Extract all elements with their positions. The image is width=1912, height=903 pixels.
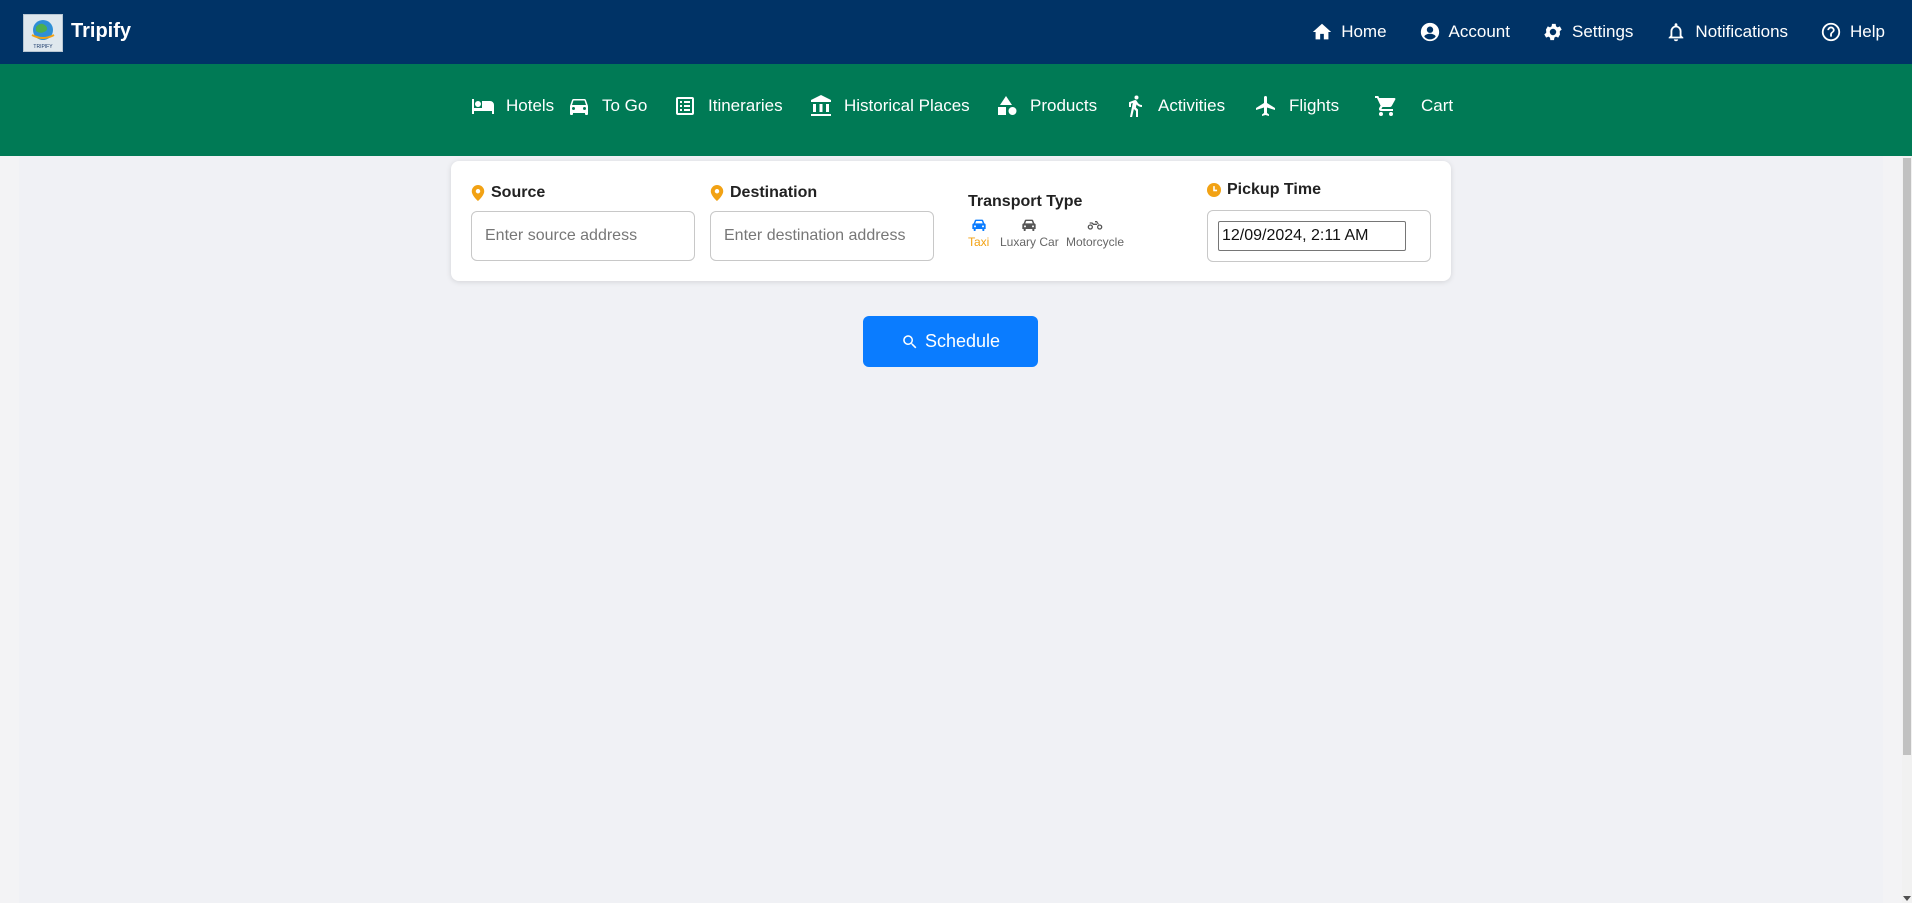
destination-label-group: Destination <box>710 184 817 202</box>
nav-itineraries[interactable]: Itineraries <box>673 64 783 148</box>
bed-icon <box>472 99 494 114</box>
clock-icon <box>1207 183 1221 197</box>
nav-historical-places-label: Historical Places <box>844 96 970 115</box>
transport-option-luxury-car[interactable]: Luxary Car <box>1000 218 1059 249</box>
car-icon <box>1022 219 1037 231</box>
nav-historical-places[interactable]: Historical Places <box>809 64 970 148</box>
taxi-icon <box>972 219 986 231</box>
page-scrollbar[interactable] <box>1902 156 1912 903</box>
nav-account[interactable]: Account <box>1419 21 1510 43</box>
motorcycle-icon <box>1087 221 1103 230</box>
account-icon <box>1420 22 1439 42</box>
nav-activities-label: Activities <box>1158 96 1226 115</box>
nav-activities[interactable]: Activities <box>1123 64 1225 148</box>
top-nav-links: Home Account Settings Notifications Help <box>1311 0 1885 64</box>
transport-option-motorcycle-label: Motorcycle <box>1066 235 1125 249</box>
home-icon <box>1313 23 1332 40</box>
nav-to-go[interactable]: To Go <box>567 64 647 148</box>
list-icon <box>676 97 694 115</box>
transport-option-luxury-car-label: Luxary Car <box>1000 235 1059 249</box>
nav-home-label: Home <box>1341 22 1387 41</box>
transport-option-taxi-label: Taxi <box>968 235 990 249</box>
nav-itineraries-label: Itineraries <box>708 96 783 115</box>
scrollbar-thumb[interactable] <box>1903 158 1911 755</box>
nav-notifications-label: Notifications <box>1695 22 1789 41</box>
source-label: Source <box>491 184 546 201</box>
transport-type-label: Transport Type <box>968 193 1083 210</box>
car-icon <box>570 99 588 115</box>
bell-icon <box>1669 23 1684 42</box>
search-icon <box>903 334 917 348</box>
help-icon <box>1821 22 1841 42</box>
transport-option-motorcycle[interactable]: Motorcycle <box>1066 218 1124 249</box>
schedule-button-label: Schedule <box>924 331 1001 351</box>
schedule-button[interactable]: Schedule <box>863 316 1038 367</box>
plane-icon <box>1256 96 1275 116</box>
museum-icon <box>811 95 831 116</box>
nav-help[interactable]: Help <box>1820 21 1885 43</box>
nav-hotels[interactable]: Hotels <box>471 64 554 148</box>
destination-label: Destination <box>730 184 818 201</box>
nav-cart[interactable]: Cart <box>1374 64 1453 148</box>
pickup-time-input[interactable] <box>1218 221 1406 251</box>
scroll-down-arrow-icon[interactable] <box>1903 896 1911 901</box>
nav-settings[interactable]: Settings <box>1542 21 1633 43</box>
nav-flights[interactable]: Flights <box>1254 64 1339 148</box>
top-navbar: TRIPIFY Tripify Home Account Settings No… <box>0 0 1912 64</box>
nav-notifications[interactable]: Notifications <box>1665 21 1788 43</box>
nav-settings-label: Settings <box>1571 22 1634 41</box>
globe-logo-icon: TRIPIFY <box>31 20 55 50</box>
pickup-time-wrapper <box>1207 210 1431 262</box>
gear-icon <box>1544 23 1562 41</box>
location-pin-icon <box>471 185 485 201</box>
transport-booking-card: Source Destination Transport Type Taxi L… <box>451 161 1451 281</box>
nav-hotels-label: Hotels <box>506 96 555 115</box>
nav-help-label: Help <box>1850 22 1885 41</box>
nav-to-go-label: To Go <box>602 96 648 115</box>
nav-cart-label: Cart <box>1421 96 1454 115</box>
nav-account-label: Account <box>1448 22 1510 41</box>
nav-products[interactable]: Products <box>995 64 1097 148</box>
tripify-logo[interactable]: TRIPIFY <box>23 14 63 52</box>
cart-icon <box>1375 96 1396 116</box>
nav-products-label: Products <box>1030 96 1098 115</box>
running-icon <box>1129 95 1142 117</box>
shapes-icon <box>998 96 1017 115</box>
source-input[interactable] <box>471 211 695 261</box>
brand-name[interactable]: Tripify <box>71 20 131 43</box>
svg-text:TRIPIFY: TRIPIFY <box>33 44 53 50</box>
category-navbar: Hotels To Go Itineraries Historical Plac… <box>0 64 1912 156</box>
destination-input[interactable] <box>710 211 934 261</box>
source-label-group: Source <box>471 184 545 202</box>
nav-home[interactable]: Home <box>1311 21 1387 43</box>
location-pin-icon <box>710 185 724 201</box>
transport-option-taxi[interactable]: Taxi <box>968 218 989 249</box>
pickup-time-label: Pickup Time <box>1227 181 1321 198</box>
nav-flights-label: Flights <box>1289 96 1340 115</box>
pickup-label-group: Pickup Time <box>1207 181 1321 199</box>
